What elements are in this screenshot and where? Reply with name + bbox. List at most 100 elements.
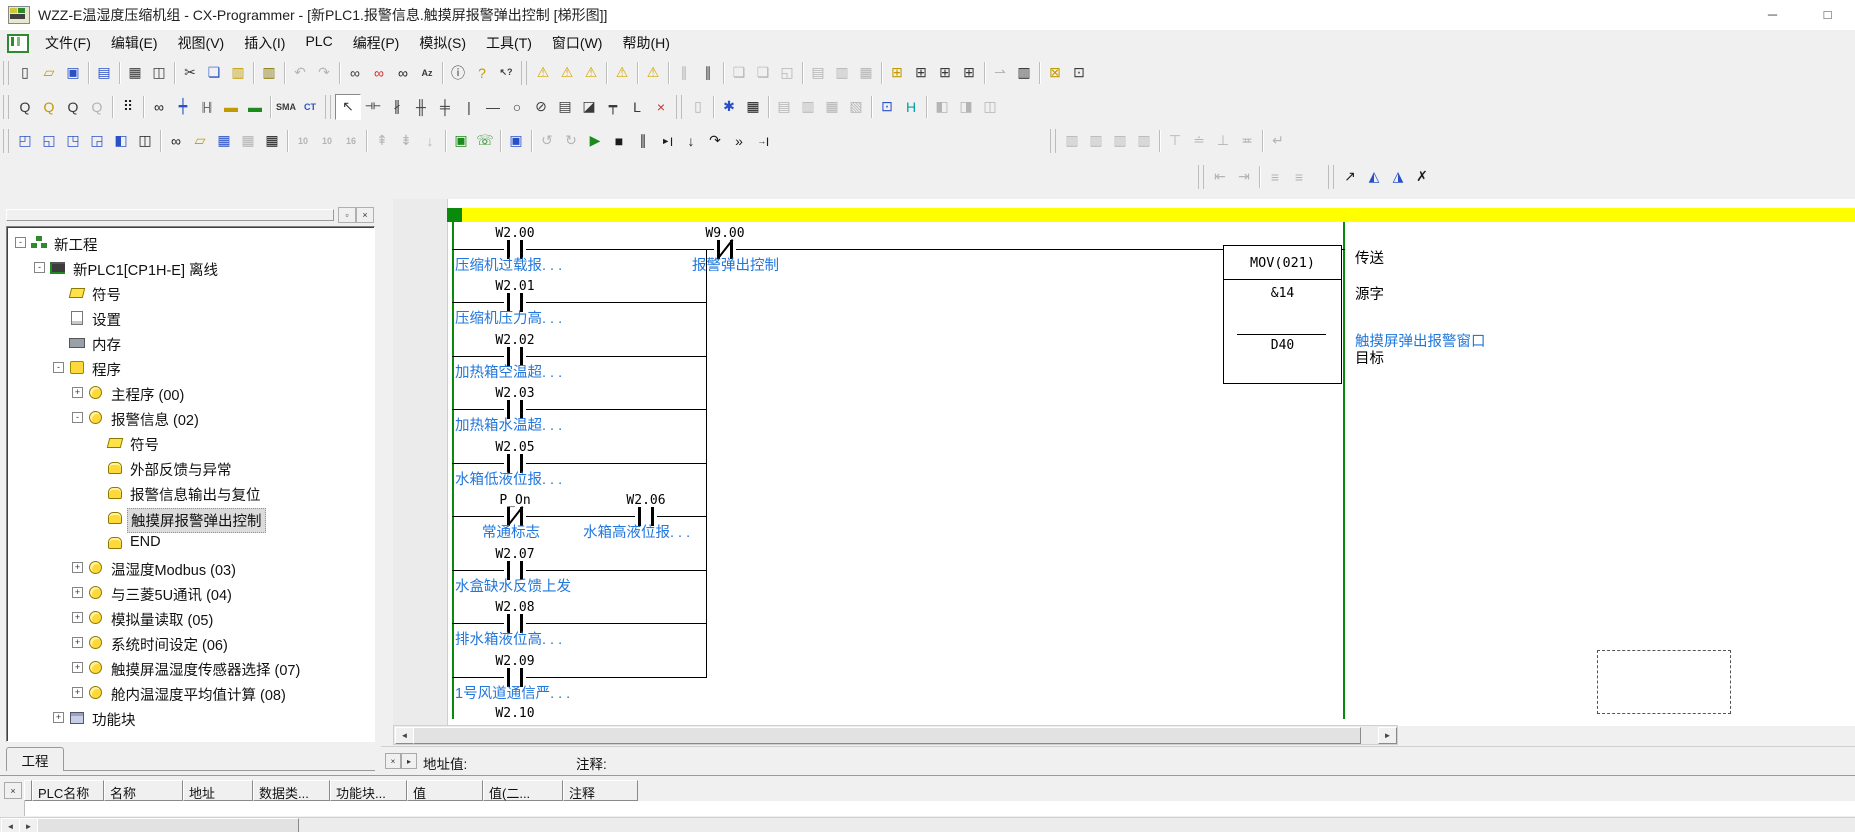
find-icon[interactable]: ∞ <box>343 61 367 85</box>
menu-item-7[interactable]: 模拟(S) <box>409 29 476 57</box>
run-icon[interactable]: ▶ <box>583 129 607 153</box>
watch-column-2[interactable]: 名称 <box>104 780 183 801</box>
memory-window-icon[interactable]: ⊞ <box>933 61 957 85</box>
print-icon[interactable]: ▦ <box>123 61 147 85</box>
rung-header-highlight[interactable] <box>462 208 1855 222</box>
tree-item-8[interactable]: 符号 <box>7 430 374 455</box>
retrace-icon[interactable]: Az <box>415 61 439 85</box>
scroll-right-arrow[interactable]: ► <box>1378 727 1397 744</box>
toolbar-grip[interactable] <box>676 95 682 119</box>
collapse-icon[interactable]: - <box>53 362 64 373</box>
tree-item-label[interactable]: 外部反馈与异常 <box>127 458 235 481</box>
expand-icon[interactable]: + <box>53 712 64 723</box>
tree-item-label[interactable]: 程序 <box>89 358 124 381</box>
io-comment-icon[interactable]: ▦ <box>212 129 236 153</box>
rung-marker[interactable] <box>447 208 462 222</box>
help-icon[interactable]: ? <box>470 61 494 85</box>
tree-item-label[interactable]: 舱内温湿度平均值计算 (08) <box>108 683 289 706</box>
compile-section-check-icon[interactable]: ⚠ <box>555 61 579 85</box>
watch-column-5[interactable]: 功能块... <box>330 780 407 801</box>
panel-drag-grip[interactable] <box>6 209 334 221</box>
tree-item-7[interactable]: -报警信息 (02) <box>7 405 374 430</box>
watch-scroll-left-arrow[interactable]: ◄ <box>1 818 20 832</box>
panel-close-button[interactable]: × <box>356 207 374 223</box>
scroll-left-arrow[interactable]: ◄ <box>395 727 414 744</box>
minimize-button[interactable]: ─ <box>1750 0 1795 29</box>
show-network-icon[interactable]: ╟╢ <box>195 95 219 119</box>
bar-pin-button[interactable]: ▸ <box>401 753 417 769</box>
open-icon[interactable]: ▱ <box>37 61 61 85</box>
tree-item-0[interactable]: -新工程 <box>7 230 374 255</box>
monitor-mode-icon[interactable]: ▣ <box>504 129 528 153</box>
tree-item-label[interactable]: 符号 <box>89 283 124 306</box>
watch-column-4[interactable]: 数据类... <box>253 780 330 801</box>
view-window-4-icon[interactable]: ◲ <box>85 129 109 153</box>
instruction-operand-1[interactable]: &14 <box>1224 286 1341 301</box>
overview-icon[interactable]: ∞ <box>147 95 171 119</box>
tree-item-label[interactable]: 新PLC1[CP1H-E] 离线 <box>70 258 221 281</box>
select-tool[interactable]: ↖ <box>335 94 361 120</box>
zoom-in-icon[interactable]: Q <box>13 95 37 119</box>
zoom-custom-icon[interactable]: Q <box>37 95 61 119</box>
pause-sim-icon[interactable]: ∥ <box>631 129 655 153</box>
scroll-thumb[interactable] <box>413 727 1361 744</box>
menu-item-5[interactable]: PLC <box>295 29 342 57</box>
watch-scroll-right-arrow[interactable]: ► <box>19 818 38 832</box>
expand-icon[interactable]: + <box>72 387 83 398</box>
pointer-dark-icon[interactable]: ↗ <box>1338 165 1362 189</box>
tree-item-label[interactable]: 主程序 (00) <box>108 383 187 406</box>
cross-reference-icon[interactable]: ∞ <box>164 129 188 153</box>
expand-icon[interactable]: + <box>72 662 83 673</box>
watch-column-1[interactable]: PLC名称 <box>32 780 104 801</box>
tree-item-2[interactable]: 符号 <box>7 280 374 305</box>
view-split-icon[interactable]: ◫ <box>133 129 157 153</box>
watch-rows-area[interactable] <box>24 801 1855 816</box>
contact-or-nc-icon[interactable]: ╪ <box>433 95 457 119</box>
copy-icon[interactable]: ❏ <box>202 61 226 85</box>
pause-icon[interactable]: ∥ <box>696 61 720 85</box>
zoom-100-icon[interactable]: Q <box>61 95 85 119</box>
collapse-icon[interactable]: - <box>34 262 45 273</box>
tree-item-13[interactable]: +温湿度Modbus (03) <box>7 555 374 580</box>
tree-item-5[interactable]: - 程序 <box>7 355 374 380</box>
monitor-start-icon[interactable]: ◭ <box>1362 165 1386 189</box>
print-preview-icon[interactable]: ◫ <box>147 61 171 85</box>
find-address-icon[interactable]: ∞ <box>391 61 415 85</box>
compile-program-check-icon[interactable]: ⚠ <box>531 61 555 85</box>
l-connector-icon[interactable]: L <box>625 95 649 119</box>
lock-icon[interactable]: ⊠ <box>1043 61 1067 85</box>
tree-item-label[interactable]: 符号 <box>127 433 162 456</box>
tree-item-17[interactable]: + 触摸屏温湿度传感器选择 (07) <box>7 655 374 680</box>
tree-item-10[interactable]: 报警信息输出与复位 <box>7 480 374 505</box>
bar-close-button[interactable]: × <box>385 753 401 769</box>
monitor-sma-icon[interactable]: SMA <box>274 95 298 119</box>
menu-item-9[interactable]: 窗口(W) <box>542 29 613 57</box>
replace-icon[interactable]: ∞ <box>367 61 391 85</box>
restore-button[interactable]: □ <box>1805 0 1850 29</box>
memory-view-icon[interactable]: ▦ <box>260 129 284 153</box>
compile-icon[interactable]: ▤ <box>92 61 116 85</box>
vertical-line-icon[interactable]: | <box>457 95 481 119</box>
online-edit-check-icon[interactable]: ⚠ <box>610 61 634 85</box>
tree-item-19[interactable]: +功能块 <box>7 705 374 730</box>
tree-item-label[interactable]: 触摸屏温湿度传感器选择 (07) <box>108 658 303 681</box>
stop-icon[interactable]: ■ <box>607 129 631 153</box>
browse-icon[interactable]: ✱ <box>717 95 741 119</box>
ruler-icon[interactable]: ┿ <box>171 95 195 119</box>
tree-item-1[interactable]: - 新PLC1[CP1H-E] 离线 <box>7 255 374 280</box>
mov-instruction-block[interactable]: MOV(021)&14D40 <box>1223 245 1342 384</box>
monitor-stop-icon[interactable]: ✗ <box>1410 165 1434 189</box>
tree-item-18[interactable]: +舱内温湿度平均值计算 (08) <box>7 680 374 705</box>
save-icon[interactable]: ▣ <box>61 61 85 85</box>
expand-icon[interactable]: + <box>72 562 83 573</box>
expand-icon[interactable]: + <box>72 637 83 648</box>
context-help-icon[interactable]: ↖? <box>494 61 518 85</box>
watch-h-scrollbar[interactable]: ◄ ► <box>0 817 1855 832</box>
view-window-1-icon[interactable]: ◰ <box>13 129 37 153</box>
transfer-check-icon[interactable]: ⚠ <box>641 61 665 85</box>
tree-item-label[interactable]: END <box>127 533 164 551</box>
find-report-icon[interactable]: ⚠ <box>579 61 603 85</box>
toolbar-grip[interactable] <box>1328 165 1334 189</box>
expand-icon[interactable]: + <box>72 612 83 623</box>
watch-corner-cell[interactable] <box>24 780 32 801</box>
